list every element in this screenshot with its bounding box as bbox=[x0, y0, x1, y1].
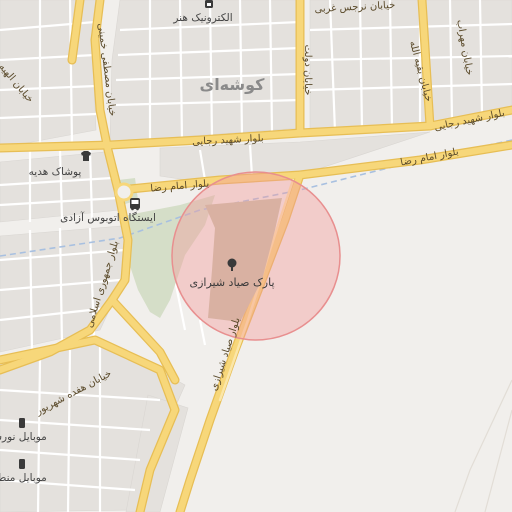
roundabout bbox=[114, 182, 134, 202]
phone-icon bbox=[19, 459, 25, 469]
poi-label-gift-shop: پوشاک هدیه bbox=[29, 166, 82, 178]
road-label-dolat: خیابان دولت bbox=[302, 45, 313, 96]
map-canvas[interactable]: بلوار شهید رجایی بلوار شهید رجایی بلوار … bbox=[0, 0, 512, 512]
radius-circle bbox=[171, 171, 341, 341]
east-paths bbox=[454, 379, 512, 512]
poi-label-electronics: الکترونیک هنر bbox=[172, 12, 232, 24]
phone-icon bbox=[19, 418, 25, 428]
bus-icon bbox=[130, 198, 140, 211]
area-label: کوشه‌ای bbox=[200, 75, 266, 94]
map-view[interactable]: بلوار شهید رجایی بلوار شهید رجایی بلوار … bbox=[0, 0, 512, 512]
poi-label-bus-station: ایستگاه اتوبوس آزادی bbox=[60, 211, 156, 224]
store-icon bbox=[205, 0, 213, 8]
poi-label-mobile-1: موبایل نورس bbox=[0, 431, 47, 443]
poi-label-park: پارک صیاد شیرازی bbox=[189, 276, 274, 289]
poi-label-mobile-2: موبایل منطق bbox=[0, 472, 47, 484]
road-label-imam-reza-east: بلوار امام رضا bbox=[400, 147, 460, 169]
